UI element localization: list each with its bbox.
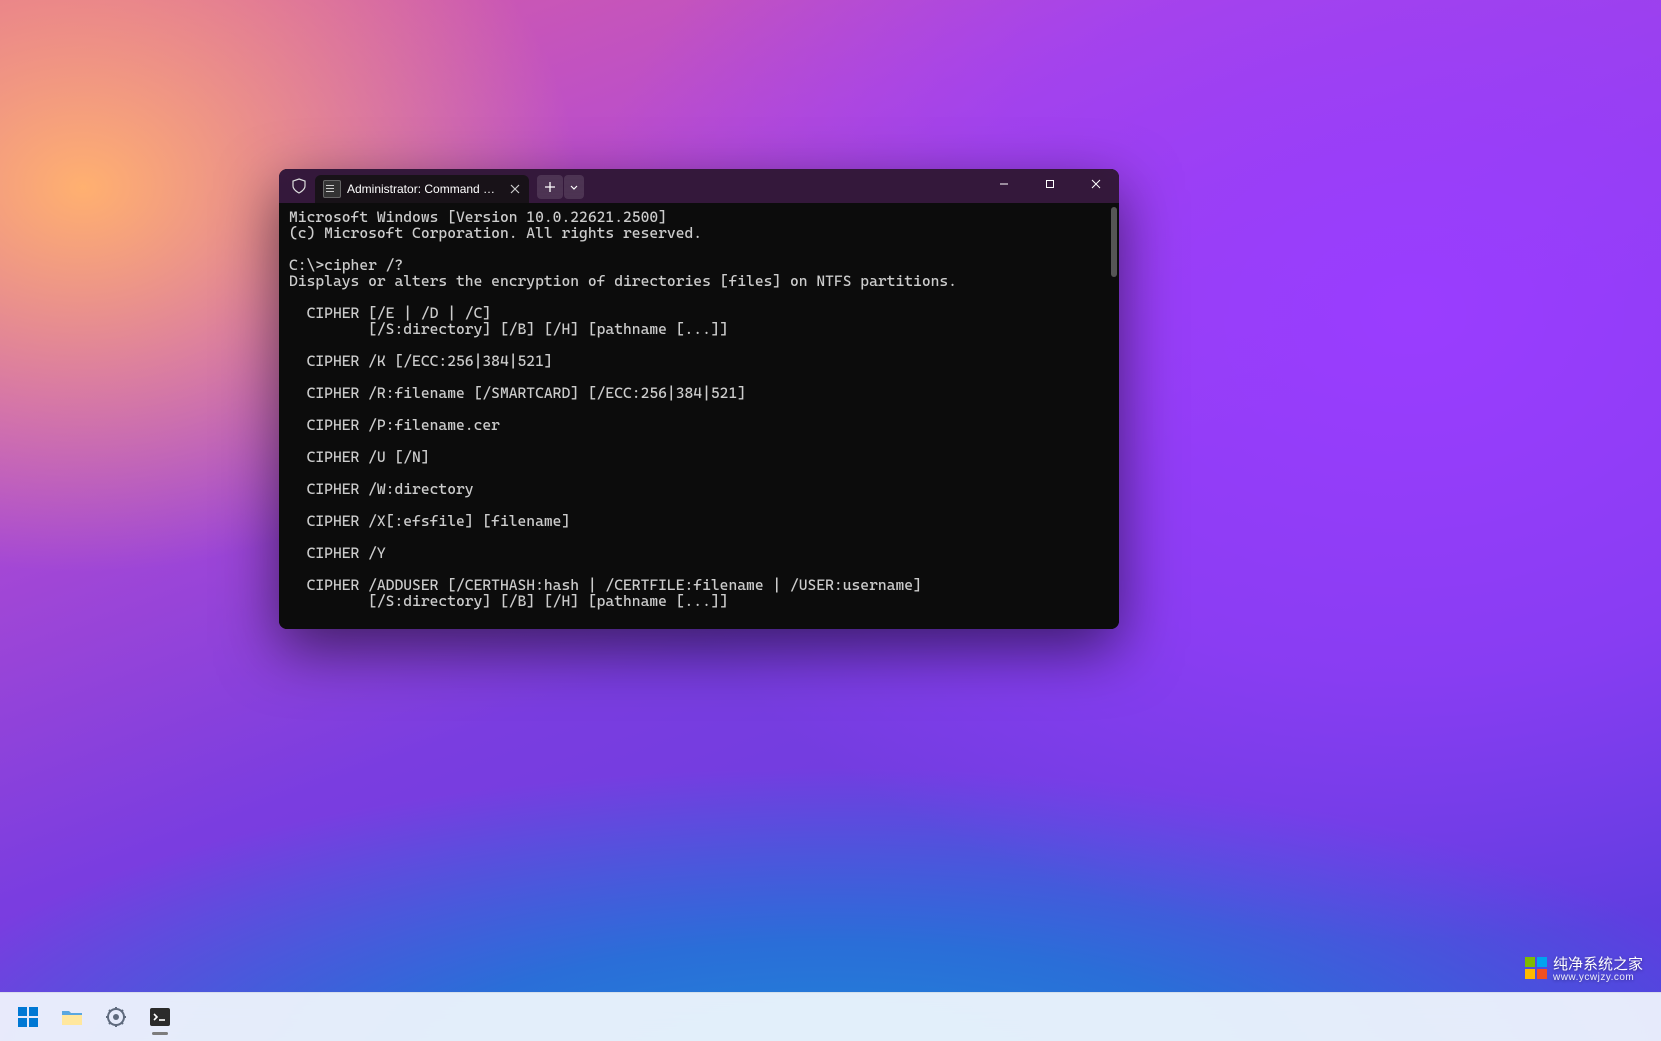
file-explorer-button[interactable] <box>52 997 92 1037</box>
window-controls <box>981 169 1119 199</box>
tab-close-button[interactable] <box>507 181 523 197</box>
tab-dropdown-button[interactable] <box>564 175 584 199</box>
terminal-tab[interactable]: Administrator: Command Pro <box>315 175 529 203</box>
scrollbar[interactable] <box>1111 207 1117 625</box>
window-titlebar[interactable]: Administrator: Command Pro <box>279 169 1119 203</box>
tab-title: Administrator: Command Pro <box>347 182 501 196</box>
terminal-window: Administrator: Command Pro Microsoft Win… <box>279 169 1119 629</box>
watermark-url: www.ycwjzy.com <box>1553 972 1643 983</box>
watermark: 纯净系统之家 www.ycwjzy.com <box>1525 953 1643 983</box>
close-button[interactable] <box>1073 169 1119 199</box>
new-tab-button[interactable] <box>537 175 563 199</box>
shield-icon <box>287 174 311 198</box>
terminal-text: Microsoft Windows [Version 10.0.22621.25… <box>289 208 957 610</box>
watermark-logo-icon <box>1525 957 1547 979</box>
watermark-title: 纯净系统之家 <box>1553 956 1643 973</box>
terminal-taskbar-button[interactable] <box>140 997 180 1037</box>
cmd-icon <box>323 180 341 198</box>
terminal-output[interactable]: Microsoft Windows [Version 10.0.22621.25… <box>279 203 1119 629</box>
minimize-button[interactable] <box>981 169 1027 199</box>
taskbar <box>0 992 1661 1041</box>
maximize-button[interactable] <box>1027 169 1073 199</box>
scrollbar-thumb[interactable] <box>1111 207 1117 277</box>
start-button[interactable] <box>8 997 48 1037</box>
settings-button[interactable] <box>96 997 136 1037</box>
